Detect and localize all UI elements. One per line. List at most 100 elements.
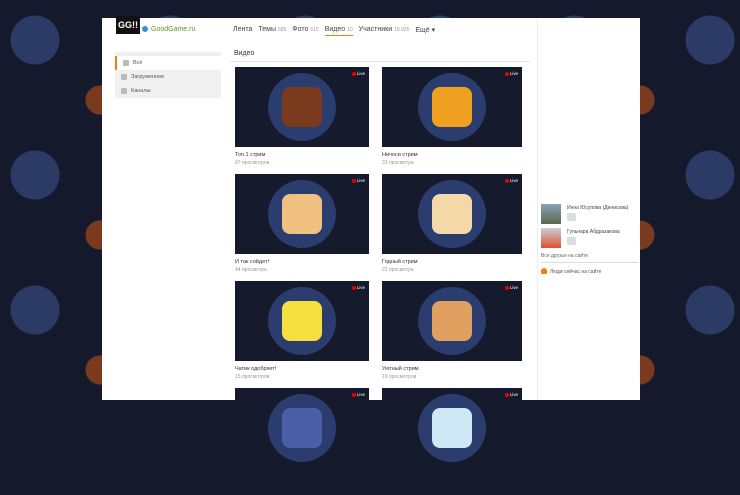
friend-name[interactable]: Инна Юсупова (Денисова) — [567, 205, 628, 211]
friend-avatar[interactable] — [541, 228, 561, 248]
video-thumbnail[interactable]: Live — [235, 388, 369, 468]
live-label: Live — [509, 71, 518, 76]
verified-icon — [142, 26, 148, 32]
friend-item[interactable]: Гульнара Абдразакова — [541, 228, 641, 250]
group-name-link[interactable]: GoodGame.ru — [151, 26, 195, 33]
video-title[interactable]: Годный стрим — [382, 259, 522, 265]
live-dot-icon — [351, 392, 356, 397]
live-dot-icon — [351, 285, 356, 290]
video-views: 33 просмотра — [382, 160, 414, 166]
tab-label: Лента — [233, 26, 253, 33]
friend-name[interactable]: Гульнара Абдразакова — [567, 229, 620, 235]
live-badge: Live — [351, 178, 365, 183]
section-title: Видео — [230, 50, 530, 62]
live-dot-icon — [504, 285, 509, 290]
video-card[interactable]: Live Топ.1 стрим 97 просмотров — [235, 67, 369, 174]
live-dot-icon — [351, 178, 356, 183]
tab-count: 19 035 — [394, 27, 410, 33]
live-dot-icon — [351, 71, 356, 76]
video-thumbnail[interactable]: Live — [235, 67, 369, 147]
sidebar-label: Всё — [133, 60, 143, 66]
tab-topics[interactable]: Темы 689 — [258, 26, 286, 36]
friends-column: Инна Юсупова (Денисова) Гульнара Абдраза… — [537, 18, 640, 400]
video-sidebar: Всё Загруженное Каналы — [115, 52, 221, 98]
video-card[interactable]: Live Чатик одобряет! 15 просмотров — [235, 281, 369, 388]
video-thumbnail[interactable]: Live — [382, 281, 522, 361]
thumbnail-mascot — [282, 194, 322, 234]
friend-item[interactable]: Инна Юсупова (Денисова) — [541, 204, 641, 226]
thumbnail-mascot — [432, 408, 472, 448]
all-friends-link[interactable]: Все друзья на сайте — [541, 253, 588, 259]
tab-label: Темы — [258, 26, 276, 33]
live-badge: Live — [351, 71, 365, 76]
thumbnail-mascot — [282, 87, 322, 127]
video-card[interactable]: Live — [382, 388, 522, 495]
tab-members[interactable]: Участники 19 035 — [359, 26, 410, 36]
live-badge: Live — [351, 285, 365, 290]
people-icon — [541, 268, 547, 274]
video-main: Видео Live Топ.1 стрим 97 просмотров Live Ни… — [230, 50, 530, 468]
video-card[interactable]: Live Ничоси стрим 33 просмотра — [382, 67, 522, 174]
people-online-label: Люди сейчас на сайте — [550, 269, 602, 275]
live-label: Live — [356, 392, 365, 397]
video-thumbnail[interactable]: Live — [382, 388, 522, 468]
tab-more[interactable]: Ещё ▾ — [415, 26, 435, 36]
video-title[interactable]: Чатик одобряет! — [235, 366, 369, 372]
live-dot-icon — [504, 392, 509, 397]
sidebar-item-uploaded[interactable]: Загруженное — [115, 70, 221, 84]
tab-label: Видео — [324, 26, 346, 33]
video-views: 19 просмотров — [382, 374, 417, 380]
video-views: 97 просмотров — [235, 160, 270, 166]
live-dot-icon — [504, 178, 509, 183]
video-card[interactable]: Live Уютный стрим 19 просмотров — [382, 281, 522, 388]
live-badge: Live — [351, 392, 365, 397]
group-nav: Лента Темы 689 Фото 615 Видео 10 Участни… — [233, 26, 435, 36]
video-card[interactable]: Live И так сойдет! 44 просмотра — [235, 174, 369, 281]
thumbnail-mascot — [432, 301, 472, 341]
video-views: 15 просмотров — [235, 374, 270, 380]
video-thumbnail[interactable]: Live — [382, 67, 522, 147]
live-label: Live — [509, 285, 518, 290]
tab-label: Фото — [292, 26, 309, 33]
thumbnail-mascot — [282, 301, 322, 341]
live-dot-icon — [504, 71, 509, 76]
upload-icon — [121, 74, 127, 80]
video-title[interactable]: Ничоси стрим — [382, 152, 522, 158]
video-card[interactable]: Live — [235, 388, 369, 495]
tab-video[interactable]: Видео 10 — [324, 26, 353, 36]
message-icon[interactable] — [567, 213, 576, 221]
live-badge: Live — [504, 392, 518, 397]
sidebar-item-all[interactable]: Всё — [115, 56, 221, 70]
divider — [541, 262, 638, 263]
tab-label: Участники — [358, 26, 393, 33]
video-title[interactable]: Топ.1 стрим — [235, 152, 369, 158]
thumbnail-mascot — [432, 87, 472, 127]
people-online-link[interactable]: Люди сейчас на сайте — [541, 268, 601, 275]
tab-feed[interactable]: Лента — [233, 26, 252, 36]
sidebar-label: Каналы — [131, 88, 151, 94]
thumbnail-mascot — [282, 408, 322, 448]
video-views: 22 просмотра — [382, 267, 414, 273]
sidebar-label: Загруженное — [131, 74, 165, 80]
video-card[interactable]: Live Годный стрим 22 просмотра — [382, 174, 522, 281]
friend-avatar[interactable] — [541, 204, 561, 224]
live-badge: Live — [504, 71, 518, 76]
tab-photos[interactable]: Фото 615 — [292, 26, 318, 36]
video-thumbnail[interactable]: Live — [235, 281, 369, 361]
tab-label: Ещё ▾ — [415, 27, 436, 34]
live-label: Live — [356, 178, 365, 183]
sidebar-item-channels[interactable]: Каналы — [115, 84, 221, 98]
tab-count: 689 — [277, 27, 287, 33]
live-label: Live — [356, 285, 365, 290]
message-icon[interactable] — [567, 237, 576, 245]
video-thumbnail[interactable]: Live — [382, 174, 522, 254]
video-title[interactable]: Уютный стрим — [382, 366, 522, 372]
group-name[interactable]: GoodGame.ru — [142, 26, 195, 33]
group-logo[interactable]: GG!! — [116, 16, 140, 34]
live-badge: Live — [504, 178, 518, 183]
video-thumbnail[interactable]: Live — [235, 174, 369, 254]
live-label: Live — [509, 392, 518, 397]
live-label: Live — [509, 178, 518, 183]
video-title[interactable]: И так сойдет! — [235, 259, 369, 265]
tab-count: 10 — [347, 27, 353, 33]
